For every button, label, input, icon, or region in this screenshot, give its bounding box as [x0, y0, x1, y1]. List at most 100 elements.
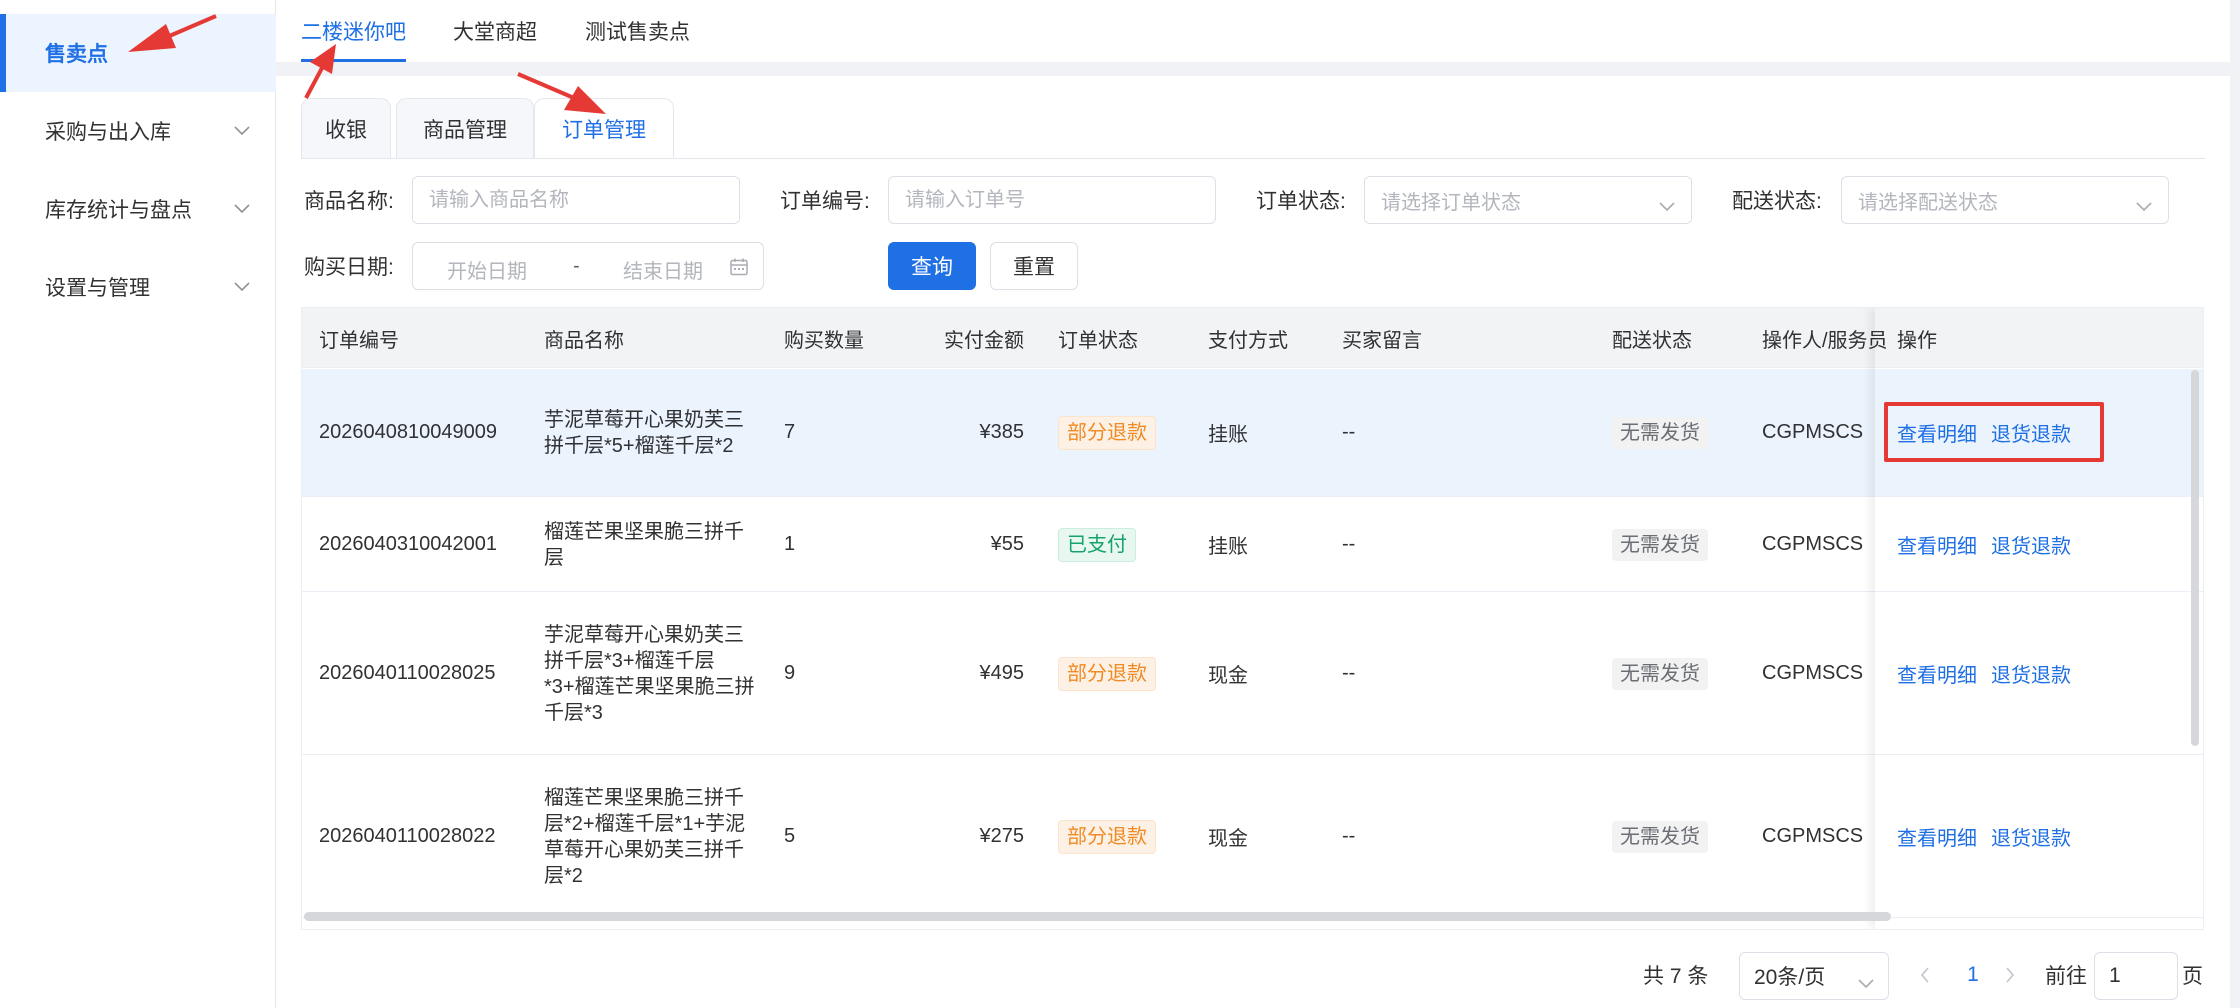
date-separator: - — [573, 255, 580, 277]
cell-product-name: 榴莲芒果坚果脆三拼千层 — [544, 520, 744, 569]
col-header-order-status: 订单状态 — [1058, 329, 1138, 352]
tab-label: 二楼迷你吧 — [301, 21, 406, 44]
page-size-value: 20条/页 — [1754, 966, 1826, 989]
search-button[interactable]: 查询 — [888, 242, 976, 290]
cell-product-name: 芋泥草莓开心果奶芙三拼千层*3+榴莲千层*3+榴莲芒果坚果脆三拼千层*3 — [544, 623, 755, 724]
start-date-placeholder: 开始日期 — [447, 261, 527, 283]
cell-message: -- — [1342, 533, 1356, 555]
page-suffix: 页 — [2182, 965, 2203, 988]
order-status-label: 订单状态: — [1256, 190, 1346, 213]
pagination-total: 共 7 条 — [1643, 965, 1709, 988]
col-header-payment: 支付方式 — [1208, 329, 1288, 352]
order-status-select[interactable]: 请选择订单状态 — [1364, 176, 1692, 224]
sidebar-item-purchase-inout[interactable]: 采购与出入库 — [0, 92, 276, 170]
chevron-down-icon — [222, 204, 262, 214]
cell-qty: 1 — [784, 533, 796, 555]
tab-label: 大堂商超 — [453, 21, 537, 44]
order-status-badge: 部分退款 — [1058, 819, 1156, 854]
cell-payment: 现金 — [1208, 665, 1248, 687]
tab-label: 订单管理 — [562, 118, 646, 142]
order-no-label: 订单编号: — [780, 190, 870, 213]
col-header-qty: 购买数量 — [784, 329, 864, 352]
page-number-current[interactable]: 1 — [1958, 958, 1988, 992]
cell-order-no: 2026040810049009 — [319, 421, 497, 443]
sidebar-item-label: 售卖点 — [45, 43, 108, 66]
cell-operator: CGPMSCS — [1762, 533, 1864, 555]
tab-order-management[interactable]: 订单管理 — [534, 98, 674, 158]
col-header-operator: 操作人/服务员 — [1762, 329, 1888, 352]
delivery-status-badge: 无需发货 — [1612, 416, 1708, 449]
tab-lobby-supermarket[interactable]: 大堂商超 — [453, 0, 537, 62]
horizontal-scrollbar[interactable] — [304, 912, 1891, 921]
tab-test-sales-point[interactable]: 测试售卖点 — [585, 0, 690, 62]
cell-operator: CGPMSCS — [1762, 825, 1864, 847]
tab-product-management[interactable]: 商品管理 — [396, 98, 534, 158]
product-name-input[interactable] — [412, 176, 740, 224]
cell-qty: 9 — [784, 662, 796, 684]
delivery-status-label: 配送状态: — [1732, 190, 1822, 213]
reset-button[interactable]: 重置 — [990, 242, 1078, 290]
chevron-left-icon — [1920, 967, 1929, 983]
purchase-date-range[interactable]: 开始日期 - 结束日期 — [412, 242, 764, 290]
delivery-status-badge: 无需发货 — [1612, 820, 1708, 853]
cell-product-name: 芋泥草莓开心果奶芙三拼千层*5+榴莲千层*2 — [544, 408, 744, 457]
chevron-down-icon — [1858, 971, 1874, 995]
cell-operator: CGPMSCS — [1762, 662, 1864, 684]
sidebar-item-label: 采购与出入库 — [45, 121, 171, 144]
location-tabs: 二楼迷你吧 大堂商超 测试售卖点 — [276, 0, 2230, 62]
sidebar-item-sales-point[interactable]: 售卖点 — [0, 14, 276, 92]
fixed-column-shadow — [1875, 308, 2203, 929]
tab-label: 测试售卖点 — [585, 21, 690, 44]
tab-label: 收银 — [325, 118, 367, 142]
purchase-date-label: 购买日期: — [304, 256, 394, 279]
calendar-icon — [730, 258, 748, 276]
chevron-down-icon — [222, 282, 262, 292]
order-status-placeholder: 请选择订单状态 — [1381, 191, 1521, 214]
order-status-badge: 部分退款 — [1058, 415, 1156, 450]
cell-product-name: 榴莲芒果坚果脆三拼千层*2+榴莲千层*1+芋泥草莓开心果奶芙三拼千层*2 — [544, 786, 746, 887]
cell-order-no: 2026040110028022 — [319, 825, 496, 847]
delivery-status-badge: 无需发货 — [1612, 657, 1708, 690]
order-status-badge: 部分退款 — [1058, 656, 1156, 691]
chevron-down-icon — [2136, 195, 2152, 218]
delivery-status-badge: 无需发货 — [1612, 528, 1708, 561]
page-size-select[interactable]: 20条/页 — [1739, 952, 1889, 1000]
cell-payment: 挂账 — [1208, 424, 1248, 446]
tab-second-floor-minibar[interactable]: 二楼迷你吧 — [301, 0, 406, 62]
col-header-delivery: 配送状态 — [1612, 329, 1692, 352]
goto-page-input[interactable] — [2094, 952, 2178, 1000]
prev-page-button[interactable] — [1913, 960, 1937, 990]
col-header-order-no: 订单编号 — [319, 329, 399, 352]
delivery-status-select[interactable]: 请选择配送状态 — [1841, 176, 2169, 224]
sidebar-item-label: 设置与管理 — [45, 277, 150, 300]
product-name-label: 商品名称: — [304, 190, 394, 213]
delivery-status-placeholder: 请选择配送状态 — [1858, 191, 1998, 214]
cell-qty: 7 — [784, 421, 796, 443]
order-no-input[interactable] — [888, 176, 1216, 224]
cell-amount: ¥495 — [979, 662, 1025, 684]
tab-divider — [301, 158, 2205, 159]
cell-message: -- — [1342, 421, 1356, 443]
vertical-scrollbar[interactable] — [2191, 370, 2199, 746]
sidebar-item-inventory[interactable]: 库存统计与盘点 — [0, 170, 276, 248]
sidebar: 售卖点 采购与出入库 库存统计与盘点 设置与管理 — [0, 0, 276, 1008]
cell-qty: 5 — [784, 825, 796, 847]
orders-table: 订单编号 商品名称 购买数量 实付金额 订单状态 支付方式 买家留言 配送状态 … — [301, 307, 2204, 930]
tab-cashier[interactable]: 收银 — [301, 98, 391, 158]
cell-order-no: 2026040110028025 — [319, 662, 496, 684]
cell-order-no: 2026040310042001 — [319, 533, 497, 555]
next-page-button[interactable] — [1998, 960, 2022, 990]
sidebar-item-settings[interactable]: 设置与管理 — [0, 248, 276, 326]
cell-message: -- — [1342, 825, 1356, 847]
cell-amount: ¥385 — [979, 421, 1025, 443]
cell-message: -- — [1342, 662, 1356, 684]
goto-label: 前往 — [2045, 965, 2087, 988]
col-header-amount: 实付金额 — [944, 329, 1024, 352]
sidebar-item-label: 库存统计与盘点 — [45, 199, 192, 222]
cell-amount: ¥275 — [979, 825, 1025, 847]
col-header-product: 商品名称 — [544, 329, 624, 352]
tab-label: 商品管理 — [423, 118, 507, 142]
order-status-badge: 已支付 — [1058, 527, 1136, 562]
end-date-placeholder: 结束日期 — [623, 261, 703, 283]
cell-operator: CGPMSCS — [1762, 421, 1864, 443]
